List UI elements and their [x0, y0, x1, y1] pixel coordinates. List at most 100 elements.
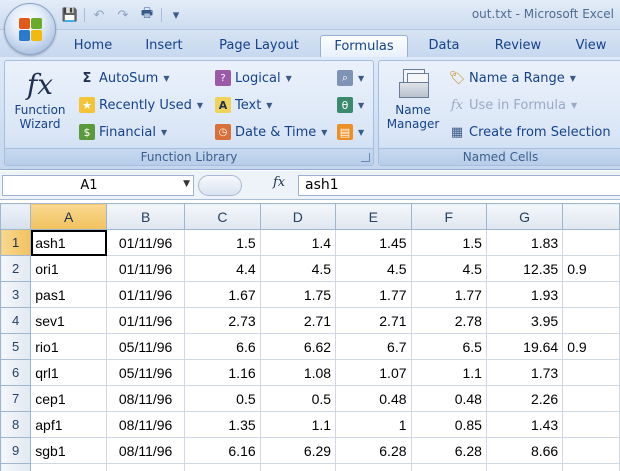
cell-g2[interactable]: 12.35 — [485, 255, 564, 282]
cell-c9[interactable]: 6.16 — [184, 437, 261, 464]
cell-d3[interactable]: 1.75 — [259, 281, 337, 308]
cell-f7[interactable]: 0.48 — [410, 385, 487, 412]
column-header-h[interactable] — [562, 203, 620, 230]
cell-g5[interactable]: 19.64 — [485, 333, 564, 360]
row-header[interactable]: 7 — [0, 385, 32, 412]
cell-h8[interactable] — [562, 411, 620, 438]
cell-a2[interactable]: ori1 — [30, 255, 108, 282]
column-header-e[interactable]: E — [335, 203, 412, 230]
column-header-a[interactable]: A — [30, 203, 108, 230]
insert-function-button[interactable]: fx Function Wizard — [9, 67, 71, 131]
cell-f6[interactable]: 1.1 — [410, 359, 487, 386]
lookup-reference-button[interactable]: ⌕ ▼ — [337, 67, 364, 89]
cell-h1[interactable] — [562, 229, 620, 256]
undo-icon[interactable]: ↶ — [89, 6, 109, 24]
cell-a6[interactable]: qrl1 — [30, 359, 108, 386]
cell-a9[interactable]: sgb1 — [30, 437, 108, 464]
column-header-c[interactable]: C — [184, 203, 261, 230]
cell-f3[interactable]: 1.77 — [410, 281, 487, 308]
cell-d8[interactable]: 1.1 — [259, 411, 337, 438]
cell-g8[interactable]: 1.43 — [485, 411, 564, 438]
row-header[interactable]: 9 — [0, 437, 32, 464]
cell-d6[interactable]: 1.08 — [259, 359, 337, 386]
tab-review[interactable]: Review — [484, 35, 552, 57]
cell-b9[interactable]: 08/11/96 — [106, 437, 186, 464]
tab-data[interactable]: Data — [418, 35, 470, 57]
column-header-d[interactable]: D — [259, 203, 337, 230]
cell-b3[interactable]: 01/11/96 — [106, 281, 186, 308]
cell-d2[interactable]: 4.5 — [259, 255, 337, 282]
cell-g6[interactable]: 1.73 — [485, 359, 564, 386]
cell-b1[interactable]: 01/11/96 — [106, 229, 186, 256]
more-functions-button[interactable]: ▤ ▼ — [337, 121, 364, 143]
row-header[interactable]: 8 — [0, 411, 32, 438]
cell-f4[interactable]: 2.78 — [410, 307, 487, 334]
cell-c7[interactable]: 0.5 — [184, 385, 261, 412]
cell-c2[interactable]: 4.4 — [184, 255, 261, 282]
tab-insert[interactable]: Insert — [134, 35, 194, 57]
tab-formulas[interactable]: Formulas — [320, 35, 408, 57]
row-header[interactable]: 6 — [0, 359, 32, 386]
cell-g1[interactable]: 1.83 — [485, 229, 564, 256]
cell-c5[interactable]: 6.6 — [184, 333, 261, 360]
save-icon[interactable]: 💾 — [60, 6, 80, 24]
cell-e2[interactable]: 4.5 — [335, 255, 412, 282]
print-icon[interactable]: 🖶 — [137, 6, 157, 24]
cell-d9[interactable]: 6.29 — [259, 437, 337, 464]
column-header-b[interactable]: B — [106, 203, 186, 230]
cell-h5[interactable]: 0.9 — [562, 333, 620, 360]
cell-d1[interactable]: 1.4 — [259, 229, 337, 256]
row-header[interactable]: 2 — [0, 255, 32, 282]
name-manager-button[interactable]: Name Manager — [383, 67, 443, 131]
cell-e7[interactable]: 0.48 — [335, 385, 412, 412]
cell-h4[interactable] — [562, 307, 620, 334]
cell-b6[interactable]: 05/11/96 — [106, 359, 186, 386]
cell-f5[interactable]: 6.5 — [410, 333, 487, 360]
date-time-button[interactable]: ◷ Date & Time ▼ — [215, 121, 327, 143]
name-box[interactable]: A1 ▼ — [2, 175, 194, 196]
tab-view[interactable]: View — [564, 35, 618, 57]
cell-g7[interactable]: 2.26 — [485, 385, 564, 412]
cell-h7[interactable] — [562, 385, 620, 412]
cell-g4[interactable]: 3.95 — [485, 307, 564, 334]
cell-a3[interactable]: pas1 — [30, 281, 108, 308]
cell-c8[interactable]: 1.35 — [184, 411, 261, 438]
column-header-f[interactable]: F — [410, 203, 487, 230]
cell-g9[interactable]: 8.66 — [485, 437, 564, 464]
cell-h9[interactable] — [562, 437, 620, 464]
autosum-button[interactable]: Σ AutoSum ▼ — [79, 67, 170, 89]
financial-button[interactable]: $ Financial ▼ — [79, 121, 167, 143]
tab-page-layout[interactable]: Page Layout — [208, 35, 310, 57]
cell-h3[interactable] — [562, 281, 620, 308]
tab-home[interactable]: Home — [64, 35, 122, 57]
text-button[interactable]: A Text ▼ — [215, 94, 272, 116]
cell-h2[interactable]: 0.9 — [562, 255, 620, 282]
insert-function-icon[interactable]: fx — [273, 175, 285, 190]
formula-input[interactable]: ash1 — [298, 175, 620, 196]
column-header-g[interactable]: G — [485, 203, 564, 230]
cell-d7[interactable]: 0.5 — [259, 385, 337, 412]
cell-b10[interactable]: 08/11/96 — [106, 463, 186, 471]
cell-c6[interactable]: 1.16 — [184, 359, 261, 386]
cell-b2[interactable]: 01/11/96 — [106, 255, 186, 282]
cell-c3[interactable]: 1.67 — [184, 281, 261, 308]
cell-e6[interactable]: 1.07 — [335, 359, 412, 386]
row-header[interactable]: 3 — [0, 281, 32, 308]
select-all-corner[interactable] — [0, 203, 32, 230]
cell-c10[interactable]: 1.03 — [184, 463, 261, 471]
row-header[interactable]: 1 — [0, 229, 32, 256]
dialog-launcher-icon[interactable] — [361, 153, 370, 162]
cell-d5[interactable]: 6.62 — [259, 333, 337, 360]
cell-f9[interactable]: 6.28 — [410, 437, 487, 464]
cell-e8[interactable]: 1 — [335, 411, 412, 438]
cell-h6[interactable] — [562, 359, 620, 386]
cell-f8[interactable]: 0.85 — [410, 411, 487, 438]
cell-e5[interactable]: 6.7 — [335, 333, 412, 360]
logical-button[interactable]: ? Logical ▼ — [215, 67, 292, 89]
cell-a10[interactable]: pij1 — [30, 463, 108, 471]
cell-b7[interactable]: 08/11/96 — [106, 385, 186, 412]
cell-e4[interactable]: 2.71 — [335, 307, 412, 334]
cell-b8[interactable]: 08/11/96 — [106, 411, 186, 438]
cell-e10[interactable]: 1.01 — [335, 463, 412, 471]
cell-e3[interactable]: 1.77 — [335, 281, 412, 308]
